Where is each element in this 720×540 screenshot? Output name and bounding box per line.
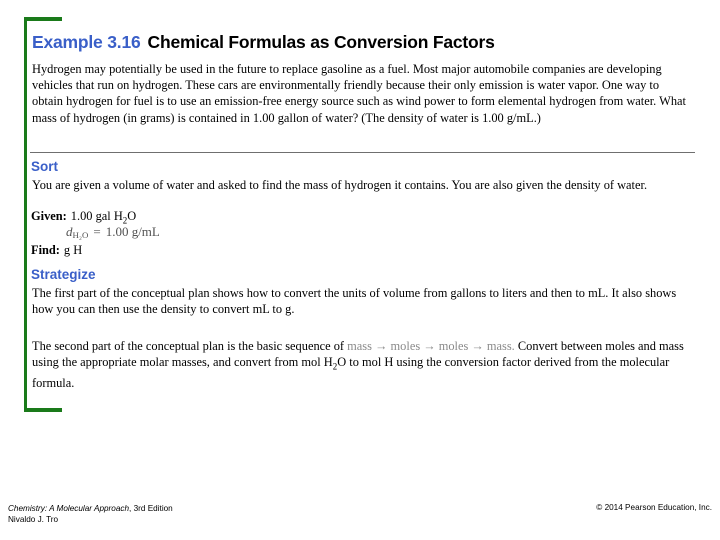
find-value: g H [63, 243, 83, 257]
sort-section-text: You are given a volume of water and aske… [32, 178, 648, 192]
given-value-post: O [127, 209, 137, 223]
example-title-text: Chemical Formulas as Conversion Factors [147, 32, 495, 52]
density-value: 1.00 g/mL [105, 224, 160, 239]
density-equation: dH₂O = 1.00 g/mL [66, 224, 160, 240]
given-line: Given: 1.00 gal H2O [31, 209, 136, 225]
example-number-label: Example 3.16 [32, 32, 141, 52]
footer-copyright: © 2014 Pearson Education, Inc. [596, 503, 712, 512]
frame-top-bar [24, 17, 62, 21]
given-label: Given: [31, 209, 67, 223]
strategize-paragraph-2-pre: The second part of the conceptual plan i… [32, 339, 345, 353]
section-divider [30, 152, 695, 153]
frame-left-line [24, 17, 27, 412]
density-equals-sign: = [93, 224, 101, 239]
strategize-section-heading: Strategize [31, 267, 96, 282]
density-variable-subscript: H₂O [72, 230, 89, 241]
frame-bottom-bar [24, 408, 62, 412]
footer-left: Chemistry: A Molecular Approach, 3rd Edi… [8, 503, 173, 525]
given-value-pre: 1.00 gal H [70, 209, 123, 223]
find-label: Find: [31, 243, 60, 257]
find-line: Find: g H [31, 243, 82, 258]
footer-author: Nivaldo J. Tro [8, 515, 59, 524]
sort-section-heading: Sort [31, 159, 58, 174]
page-title: Example 3.16 Chemical Formulas as Convers… [32, 32, 692, 53]
problem-statement: Hydrogen may potentially be used in the … [32, 62, 686, 125]
strategize-paragraph-2: The second part of the conceptual plan i… [32, 338, 692, 391]
strategize-paragraph-1: The first part of the conceptual plan sh… [32, 286, 677, 317]
footer-book-title: Chemistry: A Molecular Approach [8, 504, 130, 513]
footer-edition: , 3rd Edition [129, 504, 173, 513]
conceptual-plan-sequence: mass → moles → moles → mass. [347, 339, 515, 353]
